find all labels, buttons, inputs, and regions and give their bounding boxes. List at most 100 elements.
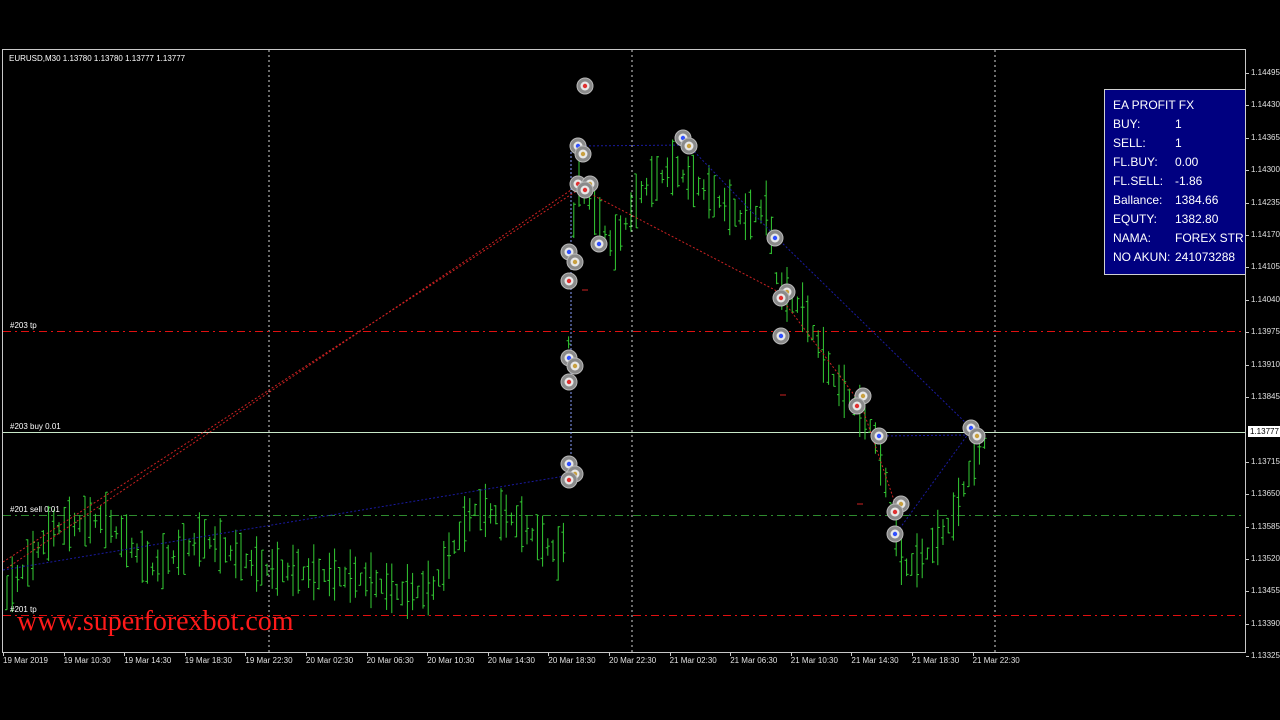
candle-bar [743, 193, 748, 241]
candle-bar [363, 562, 368, 597]
trade-arrow-icon[interactable] [566, 253, 584, 271]
candle-bar [909, 553, 914, 576]
candle-bar [124, 514, 129, 568]
candle-bar [389, 563, 394, 614]
price-chart[interactable]: EURUSD,M30 1.13780 1.13780 1.13777 1.137… [2, 49, 1246, 653]
candle-bar [421, 570, 425, 609]
ea-row-key: BUY: [1113, 117, 1141, 131]
trade-arrow-icon[interactable] [590, 235, 608, 253]
candle-bar [343, 566, 347, 588]
trade-arrow-icon[interactable] [968, 427, 986, 445]
candle-bar [748, 189, 753, 240]
candle-bar [244, 553, 249, 569]
candle-bar [109, 509, 113, 543]
candle-bar [285, 562, 290, 581]
candle-bar [655, 155, 659, 201]
trade-arrow-icon[interactable] [848, 397, 866, 415]
candle-bar [473, 503, 477, 517]
candle-bar [275, 541, 280, 596]
candle-bar [941, 519, 945, 545]
candle-bar [233, 529, 238, 579]
chart-canvas[interactable] [3, 50, 1246, 653]
trade-arrow-icon[interactable] [576, 77, 594, 95]
candle-bar [415, 585, 420, 599]
price-tick [1246, 494, 1249, 496]
trade-line [6, 181, 584, 569]
ea-row-key: FL.SELL: [1113, 174, 1164, 188]
time-label: 19 Mar 2019 [3, 656, 48, 665]
candle-bar [213, 526, 217, 563]
ea-row-value: 1 [1175, 136, 1182, 150]
trade-line [3, 189, 579, 563]
candle-bar [816, 330, 821, 358]
trade-arrow-icon[interactable] [772, 327, 790, 345]
trade-arrow-icon[interactable] [680, 137, 698, 155]
candle-bar [811, 325, 815, 341]
candle-bar [228, 545, 233, 561]
price-label: 1.14105 [1251, 262, 1280, 272]
time-axis[interactable]: 19 Mar 2019 19 Mar 10:30 19 Mar 14:30 19 Ma… [0, 653, 1280, 673]
candle-bar [967, 460, 971, 488]
candle-bar [270, 549, 275, 589]
time-label: 20 Mar 06:30 [366, 656, 414, 665]
price-label: 1.13390 [1251, 618, 1280, 628]
order-line-label: #203 buy 0.01 [10, 421, 61, 431]
trade-arrow-icon[interactable] [870, 427, 888, 445]
candle-bar [753, 205, 758, 223]
price-tick [1246, 137, 1249, 139]
time-label: 21 Mar 10:30 [790, 656, 838, 665]
candle-bar [722, 187, 727, 222]
candle-bar [379, 578, 384, 594]
candle-bar [509, 512, 514, 526]
candle-bar [98, 505, 103, 534]
trade-arrow-icon[interactable] [576, 181, 594, 199]
candle-bar [946, 517, 951, 534]
price-axis[interactable]: 1.14495 1.14430 1.14365 1.14300 1.14235 1.141… [1246, 49, 1280, 660]
trade-arrow-icon[interactable] [766, 229, 784, 247]
time-label: 21 Mar 06:30 [730, 656, 778, 665]
time-label: 21 Mar 02:30 [669, 656, 717, 665]
candle-bar [192, 532, 197, 556]
candle-bar [441, 540, 446, 591]
ea-row-key: FL.BUY: [1113, 155, 1158, 169]
candle-bar [311, 544, 316, 601]
candle-bar [218, 518, 223, 574]
candle-bar [426, 560, 431, 616]
candle-bars [5, 139, 987, 620]
candle-bar [67, 496, 72, 552]
candle-bar [452, 539, 457, 554]
candle-bar [535, 514, 540, 561]
price-tick [1246, 526, 1249, 528]
trade-arrow-icon[interactable] [574, 145, 592, 163]
price-label: 1.13520 [1251, 554, 1280, 563]
trade-arrow-icon[interactable] [886, 525, 904, 543]
trade-arrow-icon[interactable] [772, 289, 790, 307]
watermark-link[interactable]: www.superforexbot.com [17, 606, 294, 638]
candle-bar [358, 572, 363, 586]
ea-row-key: SELL: [1113, 136, 1146, 150]
ea-row-value: 1 [1175, 117, 1182, 131]
candle-bar [618, 215, 623, 251]
candle-bar [608, 230, 613, 257]
candle-bar [707, 165, 711, 219]
candle-bar [826, 351, 831, 385]
ea-row-key: NO AKUN: [1113, 250, 1171, 264]
ea-row-value: 1382.80 [1175, 212, 1219, 226]
candle-bar [935, 509, 940, 566]
price-tick [1246, 235, 1249, 236]
ea-row-value: 0.00 [1175, 155, 1199, 169]
candle-bar [353, 556, 358, 598]
price-label: 1.14495 [1251, 68, 1280, 77]
trade-arrow-icon[interactable] [886, 503, 904, 521]
candle-bar [161, 533, 165, 590]
trade-arrow-icon[interactable] [560, 272, 578, 290]
price-tick [1246, 105, 1249, 107]
trade-arrow-icon[interactable] [560, 471, 578, 489]
candle-bar [317, 558, 321, 590]
price-tick [1246, 332, 1249, 334]
trade-arrow-icon[interactable] [566, 357, 584, 375]
price-label: 1.14365 [1251, 132, 1280, 142]
trade-arrow-icon[interactable] [560, 373, 578, 391]
candle-bar [31, 530, 35, 581]
candle-bar [36, 541, 41, 558]
